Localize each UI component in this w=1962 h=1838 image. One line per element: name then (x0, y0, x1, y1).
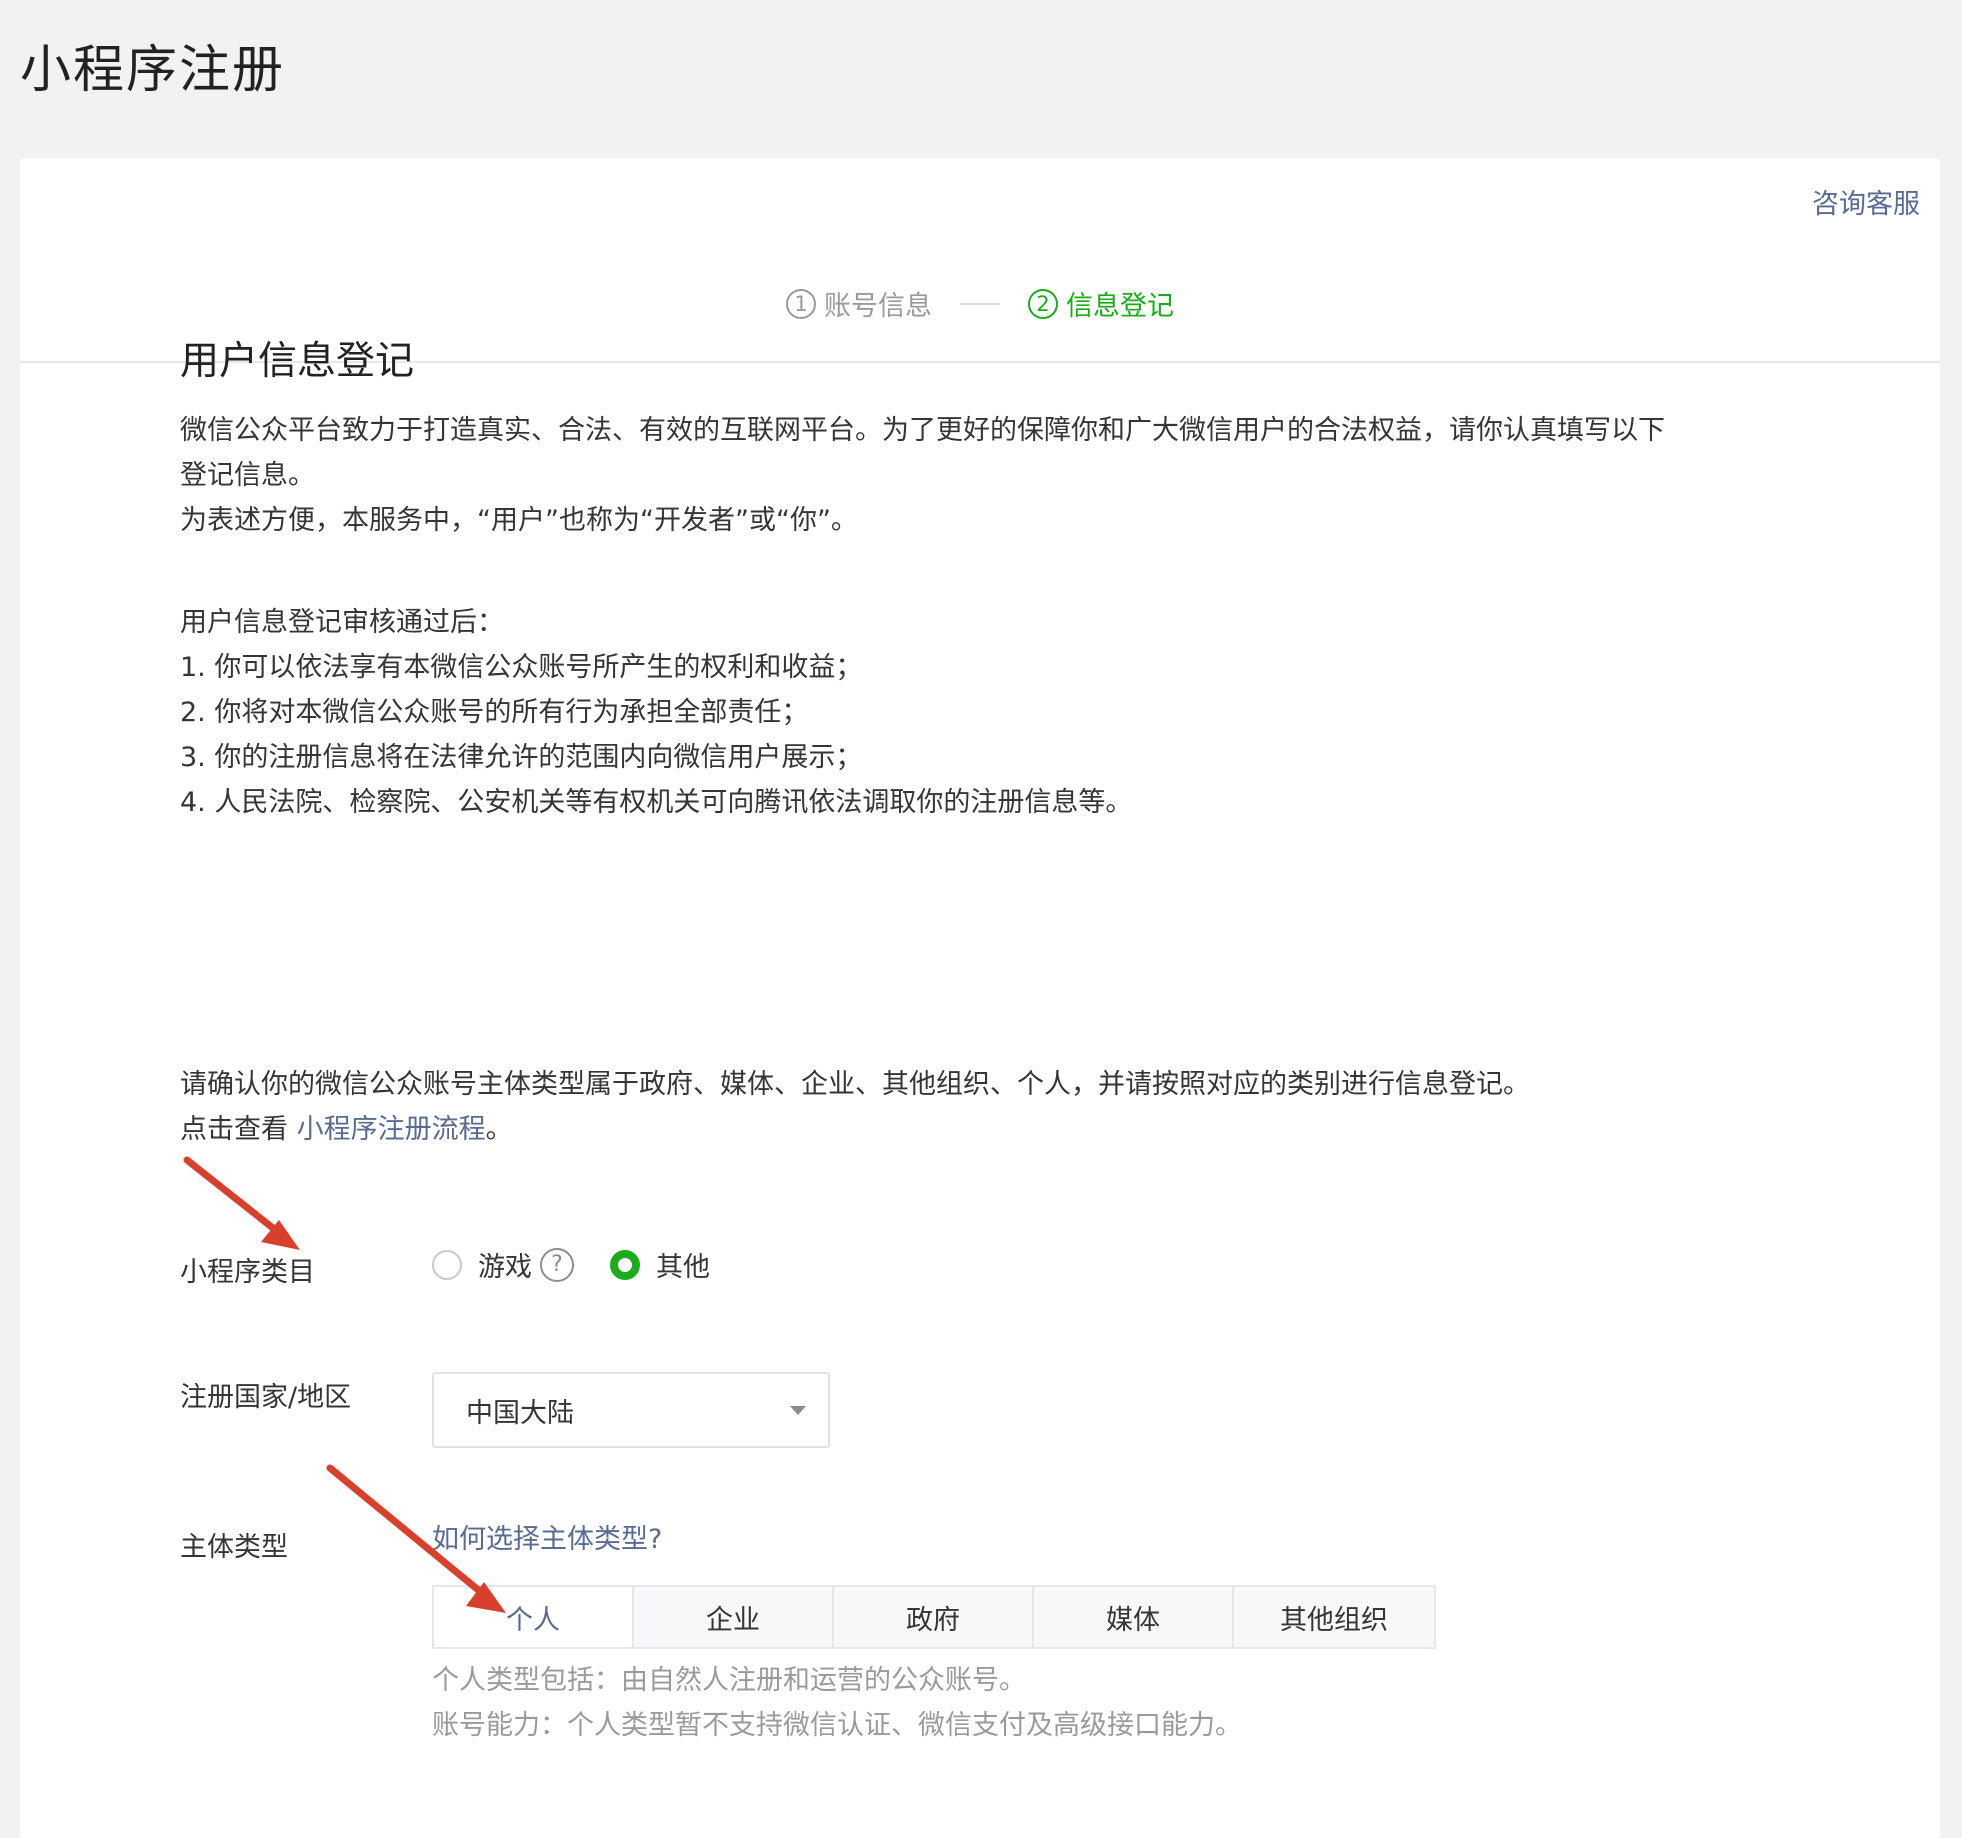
confirm-line-2: 点击查看 小程序注册流程。 (180, 1107, 1530, 1152)
intro-line: 微信公众平台致力于打造真实、合法、有效的互联网平台。为了更好的保障你和广大微信用… (180, 415, 1665, 446)
section-title: 用户信息登记 (180, 339, 415, 384)
progress-steps: 1 账号信息 2 信息登记 (20, 284, 1940, 323)
customer-service-link[interactable]: 咨询客服 (1812, 182, 1920, 221)
confirm-line: 请确认你的微信公众账号主体类型属于政府、媒体、企业、其他组织、个人，并请按照对应… (180, 1069, 1530, 1100)
after-review-heading: 用户信息登记审核通过后： (180, 607, 504, 638)
entity-type-tips: 个人类型包括：由自然人注册和运营的公众账号。 账号能力：个人类型暂不支持微信认证… (432, 1658, 1242, 1748)
entity-type-label: 主体类型 (180, 1532, 288, 1563)
region-select[interactable]: 中国大陆 (432, 1372, 830, 1448)
red-arrow-annotation (183, 1156, 300, 1250)
tip-line: 个人类型包括：由自然人注册和运营的公众账号。 (432, 1665, 1026, 1696)
confirm-prefix: 点击查看 (180, 1114, 297, 1145)
after-review-item: 2. 你将对本微信公众账号的所有行为承担全部责任； (180, 697, 809, 728)
tab-other-org[interactable]: 其他组织 (1234, 1587, 1434, 1647)
step-label-info-registration: 信息登记 (1066, 291, 1174, 322)
red-arrow-annotation (326, 1464, 506, 1613)
after-review-item: 4. 人民法院、检察院、公安机关等有权机关可向腾讯依法调取你的注册信息等。 (180, 787, 1133, 818)
tip-line: 账号能力：个人类型暂不支持微信认证、微信支付及高级接口能力。 (432, 1710, 1242, 1741)
step-divider (960, 302, 1000, 305)
tab-enterprise[interactable]: 企业 (634, 1587, 834, 1647)
radio-game[interactable] (432, 1249, 462, 1280)
tab-media[interactable]: 媒体 (1034, 1587, 1234, 1647)
intro-text: 微信公众平台致力于打造真实、合法、有效的互联网平台。为了更好的保障你和广大微信用… (180, 408, 1665, 543)
help-icon[interactable]: ? (540, 1247, 574, 1282)
after-review-item: 1. 你可以依法享有本微信公众账号所产生的权利和收益； (180, 652, 863, 683)
intro-line: 登记信息。 (180, 460, 315, 491)
radio-other[interactable] (610, 1249, 640, 1280)
confirm-suffix: 。 (485, 1114, 513, 1145)
page-title: 小程序注册 (20, 41, 286, 100)
step-info-registration: 2 信息登记 (1028, 284, 1174, 323)
step-label-account-info: 账号信息 (824, 291, 932, 322)
after-review-item: 3. 你的注册信息将在法律允许的范围内向微信用户展示； (180, 742, 863, 773)
radio-game-label[interactable]: 游戏 (478, 1245, 532, 1284)
after-review-text: 用户信息登记审核通过后： 1. 你可以依法享有本微信公众账号所产生的权利和收益；… (180, 600, 1132, 825)
region-selected-value: 中国大陆 (466, 1397, 574, 1429)
registration-process-link[interactable]: 小程序注册流程 (297, 1114, 486, 1145)
region-label: 注册国家/地区 (180, 1382, 352, 1413)
radio-other-label[interactable]: 其他 (656, 1245, 710, 1284)
step-account-info: 1 账号信息 (786, 284, 932, 323)
chevron-down-icon (790, 1406, 806, 1415)
intro-line: 为表述方便，本服务中，“用户”也称为“开发者”或“你”。 (180, 505, 858, 536)
category-radio-group: 游戏 ? 其他 (432, 1245, 710, 1284)
step-number-1: 1 (786, 288, 816, 319)
step-number-2: 2 (1028, 288, 1058, 319)
entity-type-tabs: 个人 企业 政府 媒体 其他组织 (432, 1585, 1436, 1649)
confirm-text: 请确认你的微信公众账号主体类型属于政府、媒体、企业、其他组织、个人，并请按照对应… (180, 1062, 1530, 1152)
tab-government[interactable]: 政府 (834, 1587, 1034, 1647)
